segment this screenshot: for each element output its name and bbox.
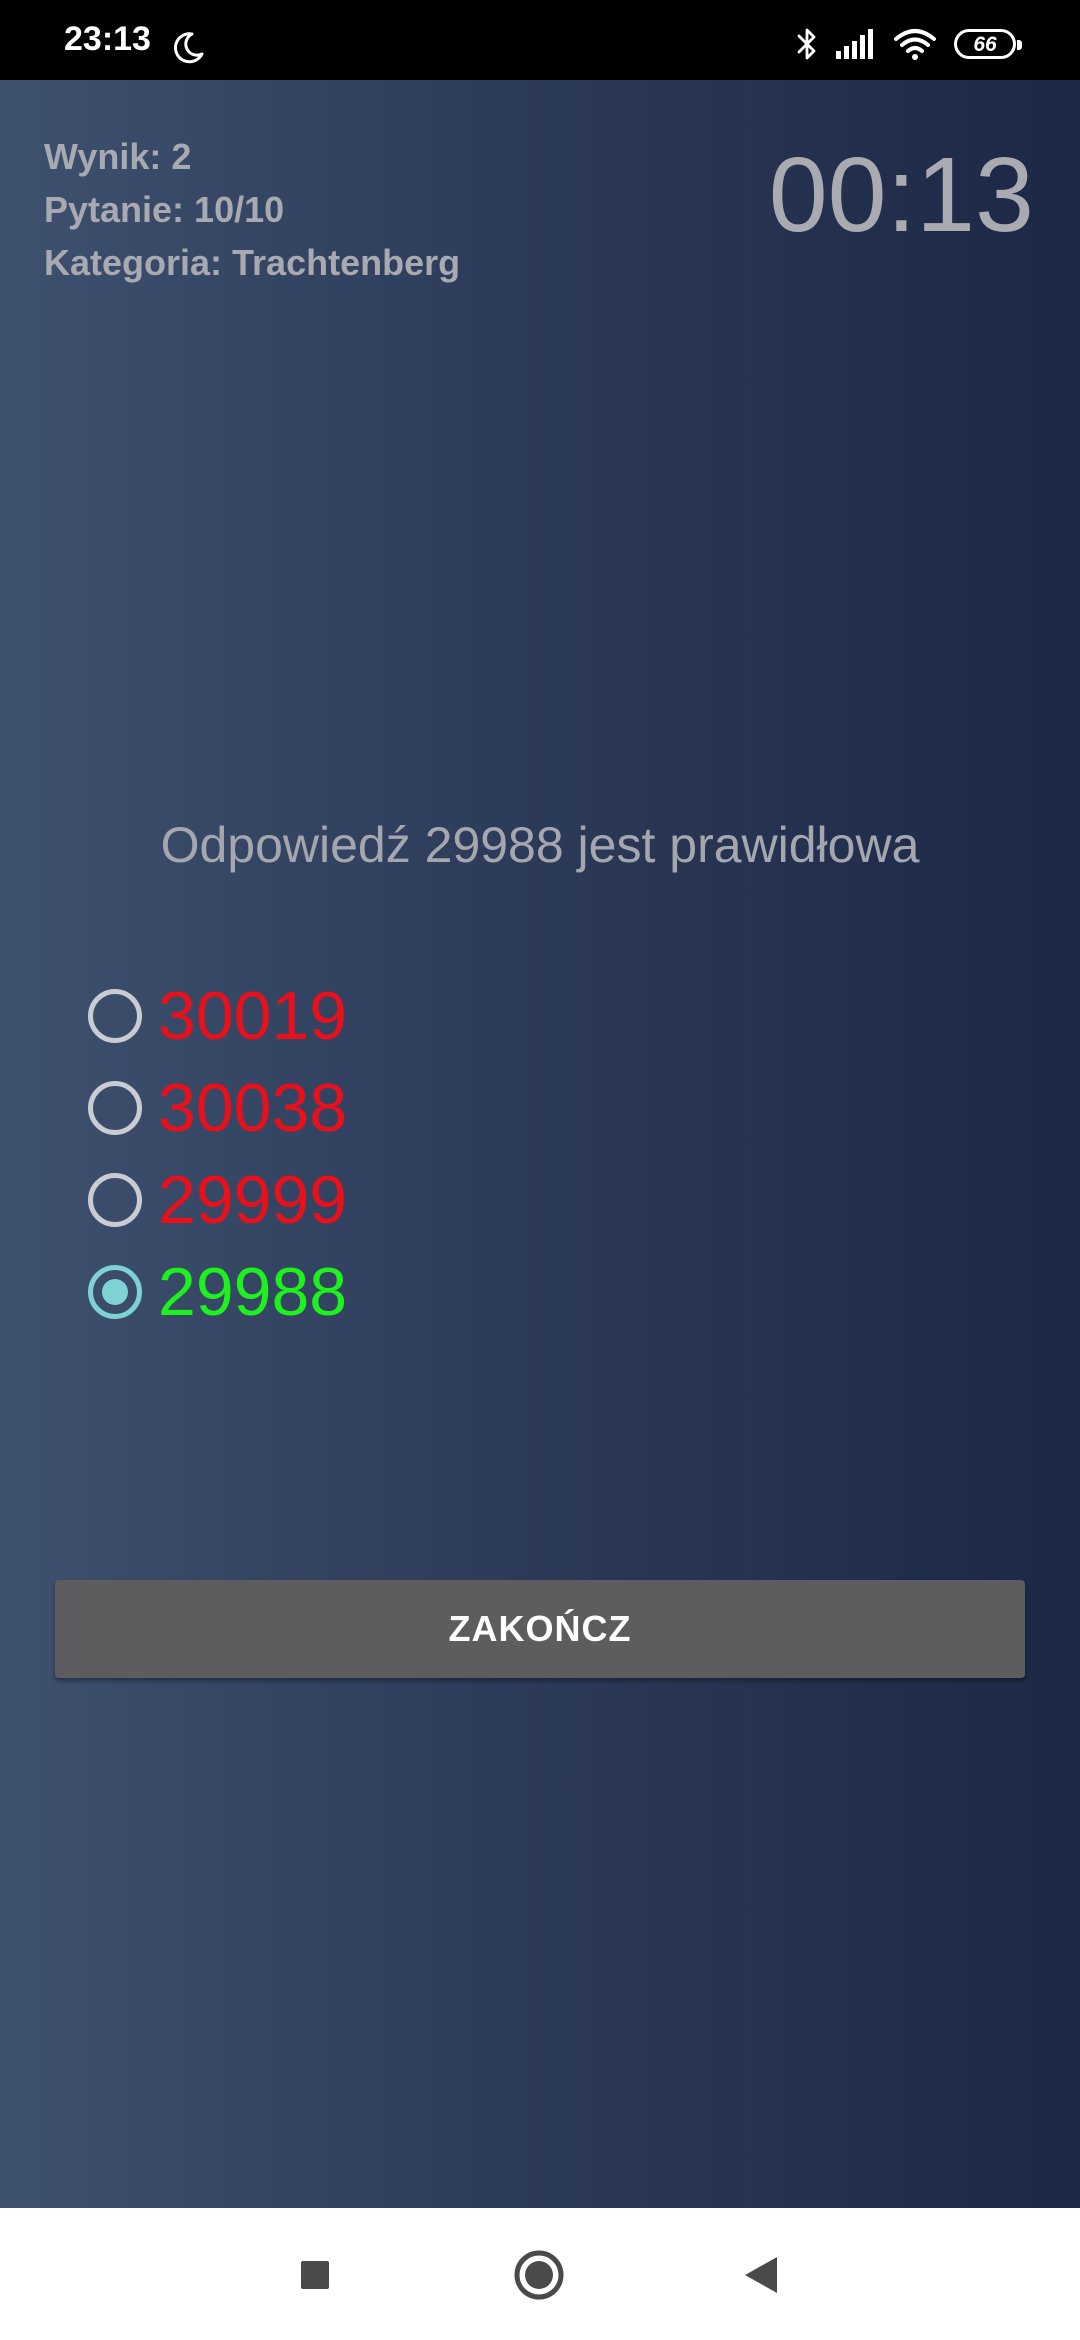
battery-nub bbox=[1017, 40, 1022, 50]
home-button[interactable] bbox=[512, 2248, 566, 2302]
status-bar: 23:13 66 bbox=[0, 0, 1080, 80]
back-icon bbox=[745, 2257, 777, 2293]
answer-value: 30038 bbox=[158, 1070, 348, 1146]
radio-button[interactable] bbox=[88, 1173, 142, 1227]
answer-option[interactable]: 30019 bbox=[88, 970, 347, 1062]
bluetooth-icon bbox=[797, 28, 816, 60]
status-time: 23:13 bbox=[64, 20, 151, 58]
answer-value: 29999 bbox=[158, 1162, 348, 1238]
answer-option[interactable]: 29999 bbox=[88, 1154, 347, 1246]
status-icons: 66 bbox=[796, 24, 1022, 64]
answer-options: 30019 30038 29999 29988 bbox=[88, 970, 347, 1338]
radio-button[interactable] bbox=[88, 989, 142, 1043]
timer: 00:13 bbox=[768, 136, 1034, 254]
answer-value: 30019 bbox=[158, 978, 348, 1054]
recents-button[interactable] bbox=[288, 2248, 342, 2302]
back-button[interactable] bbox=[734, 2248, 788, 2302]
navigation-bar bbox=[0, 2208, 1080, 2340]
answer-value: 29988 bbox=[158, 1254, 348, 1330]
radio-button[interactable] bbox=[88, 1081, 142, 1135]
result-message: Odpowiedź 29988 jest prawidłowa bbox=[160, 817, 920, 873]
recents-icon bbox=[301, 2261, 329, 2289]
question-counter: Pytanie: 10/10 bbox=[44, 189, 285, 230]
quiz-info: Wynik: 2 Pytanie: 10/10 Kategoria: Trach… bbox=[44, 130, 460, 289]
home-icon bbox=[514, 2250, 564, 2300]
moon-icon bbox=[173, 32, 204, 64]
finish-button[interactable]: ZAKOŃCZ bbox=[55, 1580, 1025, 1678]
signal-icon bbox=[836, 29, 873, 59]
battery-level: 66 bbox=[973, 32, 997, 56]
radio-button[interactable] bbox=[88, 1265, 142, 1319]
wifi-icon bbox=[894, 29, 936, 60]
category-label: Kategoria: Trachtenberg bbox=[44, 242, 461, 283]
battery-icon: 66 bbox=[954, 29, 1022, 59]
answer-option[interactable]: 29988 bbox=[88, 1246, 347, 1338]
quiz-screen: Wynik: 2 Pytanie: 10/10 Kategoria: Trach… bbox=[0, 80, 1080, 2208]
answer-option[interactable]: 30038 bbox=[88, 1062, 347, 1154]
score-label: Wynik: 2 bbox=[44, 136, 192, 177]
